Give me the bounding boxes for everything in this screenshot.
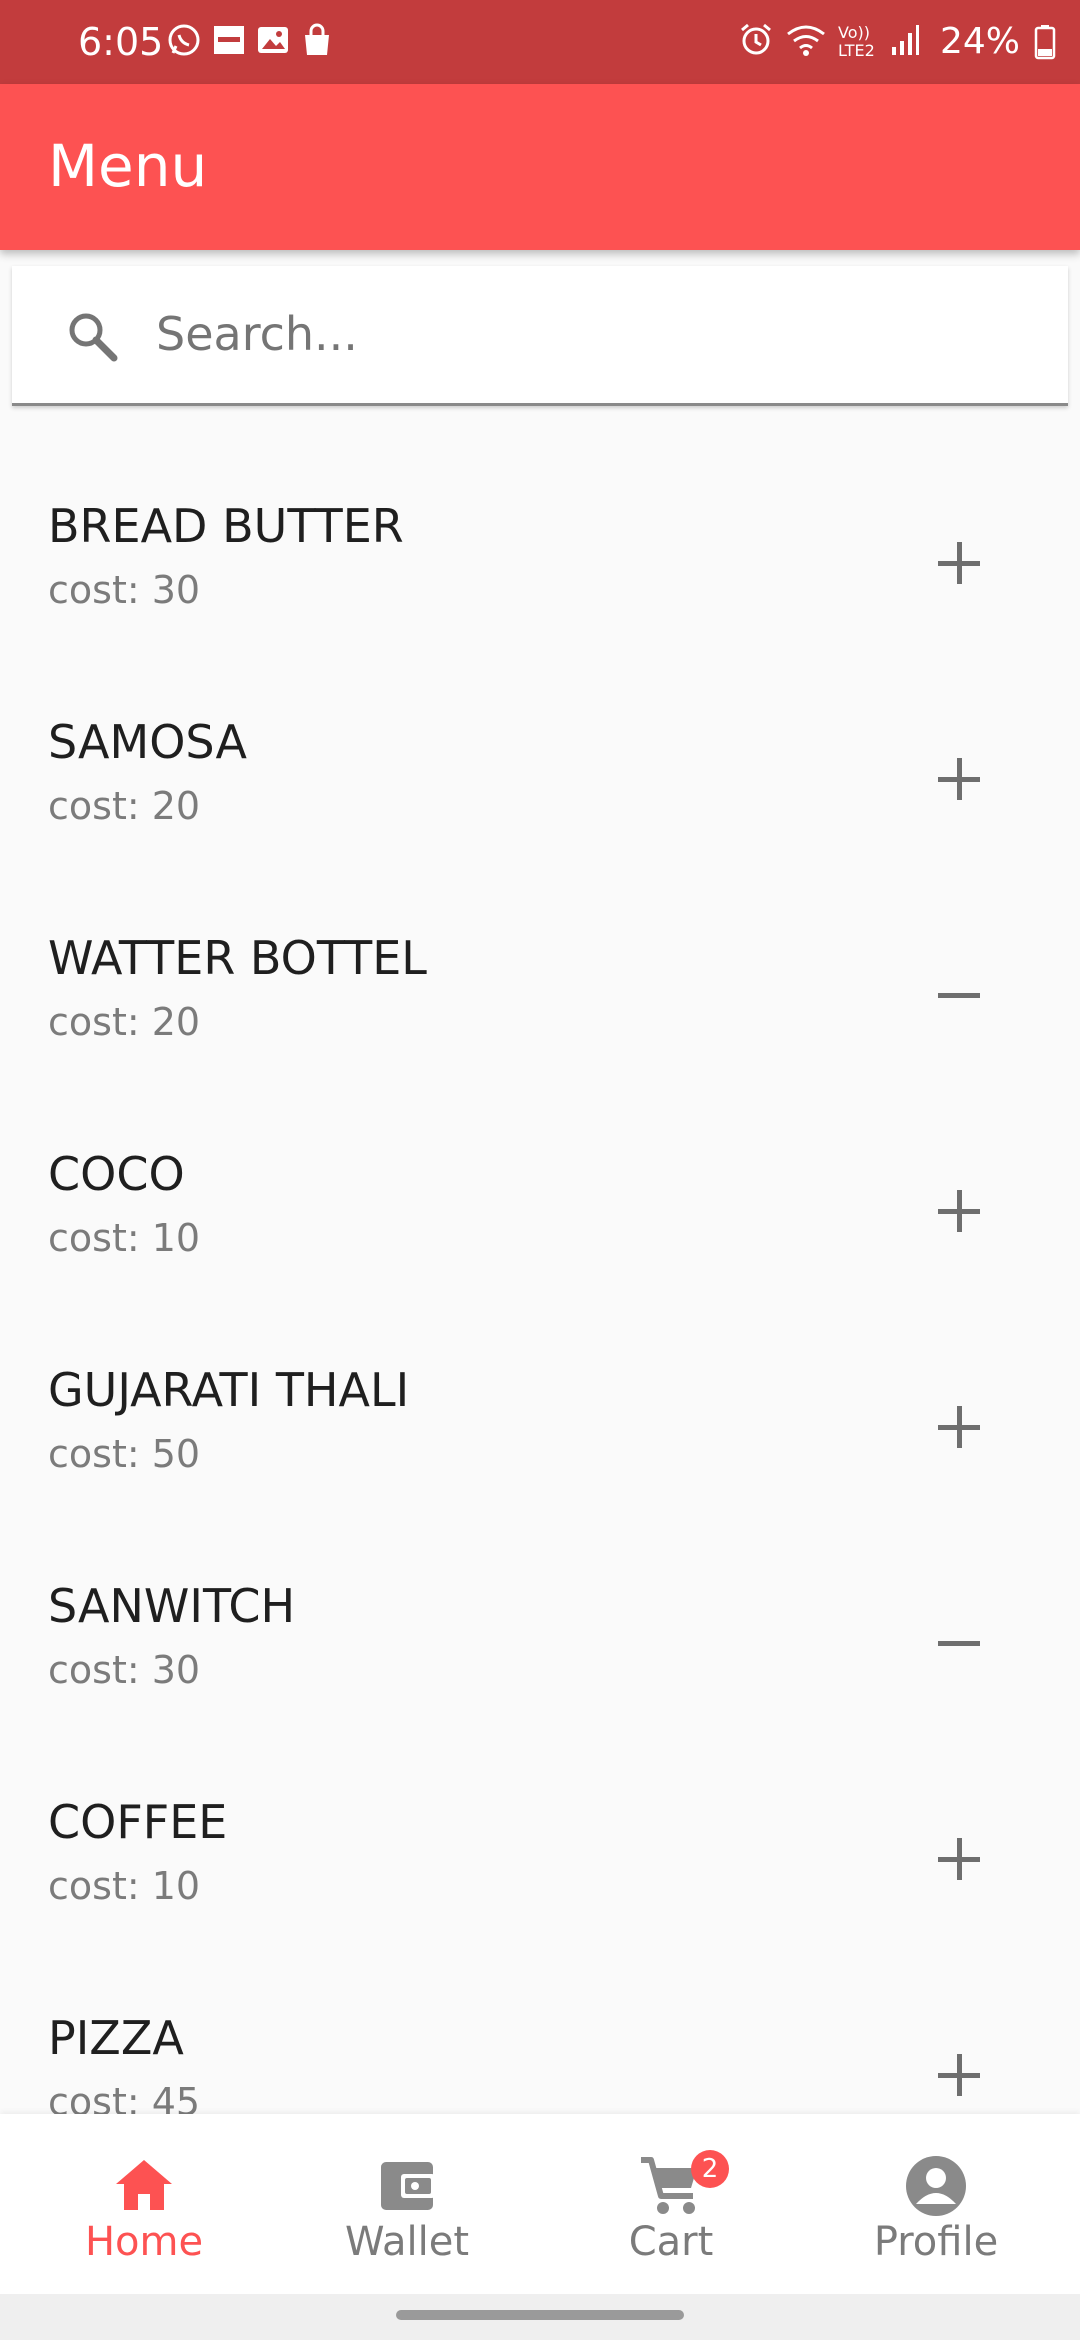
add-item-button[interactable] [926, 530, 992, 596]
add-item-button[interactable] [926, 746, 992, 812]
zomato-icon [212, 23, 246, 61]
battery-icon [1034, 24, 1056, 64]
plus-icon [938, 542, 980, 584]
nav-cart[interactable]: 2 Cart [571, 2150, 771, 2268]
wallet-icon [307, 2150, 507, 2222]
network-label: Vo)) LTE2 [838, 23, 875, 60]
search-input[interactable] [154, 288, 1018, 380]
plus-icon [938, 2054, 980, 2096]
nav-profile[interactable]: Profile [836, 2150, 1036, 2268]
add-item-button[interactable] [926, 1178, 992, 1244]
item-cost: cost: 10 [48, 1864, 201, 1908]
item-name: PIZZA [48, 2011, 184, 2065]
plus-icon [938, 1406, 980, 1448]
signal-icon [890, 23, 920, 61]
remove-item-button[interactable] [926, 962, 992, 1028]
plus-icon [938, 1190, 980, 1232]
nav-label-wallet: Wallet [344, 2219, 470, 2265]
alarm-icon [738, 22, 774, 62]
whatsapp-icon [166, 22, 202, 62]
gallery-icon [256, 23, 290, 61]
item-name: BREAD BUTTER [48, 499, 404, 553]
status-notification-icons [166, 22, 334, 62]
account-circle-icon [836, 2150, 1036, 2222]
nav-label-cart: Cart [628, 2219, 714, 2265]
minus-icon [938, 993, 980, 998]
remove-item-button[interactable] [926, 1610, 992, 1676]
gesture-handle[interactable] [396, 2310, 684, 2320]
status-system-icons: Vo)) LTE2 [738, 22, 920, 62]
page-title: Menu [48, 132, 208, 200]
item-name: COFFEE [48, 1795, 228, 1849]
add-item-button[interactable] [926, 1826, 992, 1892]
cart-badge: 2 [691, 2150, 729, 2188]
item-name: WATTER BOTTEL [48, 931, 427, 985]
menu-item: SANWITCH cost: 30 [0, 1528, 1080, 1744]
menu-item: GUJARATI THALI cost: 50 [0, 1312, 1080, 1528]
plus-icon [938, 1838, 980, 1880]
wifi-icon [786, 22, 826, 62]
search-icon [62, 306, 126, 374]
item-name: SANWITCH [48, 1579, 296, 1633]
battery-percent: 24% [939, 21, 1020, 62]
item-name: COCO [48, 1147, 185, 1201]
system-gesture-area [0, 2294, 1080, 2340]
app-bar: Menu [0, 84, 1080, 250]
item-name: SAMOSA [48, 715, 247, 769]
item-cost: cost: 20 [48, 1000, 201, 1044]
shopping-bag-icon [300, 23, 334, 61]
add-item-button[interactable] [926, 2042, 992, 2108]
menu-item: SAMOSA cost: 20 [0, 664, 1080, 880]
item-name: GUJARATI THALI [48, 1363, 410, 1417]
item-cost: cost: 30 [48, 1648, 201, 1692]
item-cost: cost: 20 [48, 784, 201, 828]
nav-label-profile: Profile [873, 2219, 999, 2265]
menu-item: WATTER BOTTEL cost: 20 [0, 880, 1080, 1096]
menu-list: BREAD BUTTER cost: 30 SAMOSA cost: 20 WA… [0, 448, 1080, 2176]
bottom-navigation: Home Wallet 2 Cart Profile [0, 2114, 1080, 2294]
menu-item: COCO cost: 10 [0, 1096, 1080, 1312]
item-cost: cost: 30 [48, 568, 201, 612]
plus-icon [938, 758, 980, 800]
item-cost: cost: 50 [48, 1432, 201, 1476]
add-item-button[interactable] [926, 1394, 992, 1460]
nav-label-home: Home [84, 2219, 204, 2265]
home-icon [44, 2150, 244, 2222]
search-bar[interactable] [12, 266, 1068, 406]
cart-icon: 2 [571, 2150, 771, 2222]
nav-home[interactable]: Home [44, 2150, 244, 2268]
item-cost: cost: 10 [48, 1216, 201, 1260]
status-bar: 6:05 Vo)) LTE2 24% [0, 0, 1080, 84]
status-time: 6:05 [78, 20, 164, 64]
minus-icon [938, 1641, 980, 1646]
nav-wallet[interactable]: Wallet [307, 2150, 507, 2268]
menu-item: BREAD BUTTER cost: 30 [0, 448, 1080, 664]
menu-item: COFFEE cost: 10 [0, 1744, 1080, 1960]
